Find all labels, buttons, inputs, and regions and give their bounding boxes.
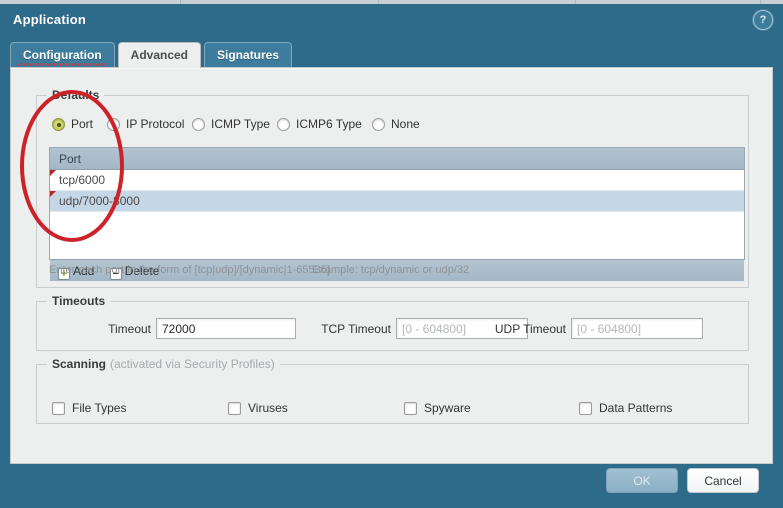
timeout-label: Timeout <box>108 322 151 336</box>
tab-configuration-label: Configuration <box>23 48 102 62</box>
checkbox-viruses-label: Viruses <box>248 401 288 415</box>
tab-signatures[interactable]: Signatures <box>204 42 293 68</box>
udp-timeout-label: UDP Timeout <box>494 322 566 336</box>
radio-icmp6-type-label: ICMP6 Type <box>296 117 362 131</box>
checkbox-spyware-indicator <box>404 402 417 415</box>
tab-configuration[interactable]: Configuration <box>10 42 115 68</box>
radio-ip-protocol-indicator <box>107 118 120 131</box>
radio-ip-protocol-label: IP Protocol <box>126 117 185 131</box>
table-row[interactable]: tcp/6000 <box>50 170 744 191</box>
scanning-fieldset: Scanning (activated via Security Profiles… <box>36 357 749 424</box>
checkbox-data-patterns[interactable]: Data Patterns <box>579 401 672 415</box>
scanning-legend-text: Scanning <box>52 357 107 371</box>
radio-icmp6-type[interactable]: ICMP6 Type <box>277 117 362 131</box>
cancel-button[interactable]: Cancel <box>687 468 759 493</box>
dialog-titlebar: Application ? <box>0 4 783 36</box>
radio-icmp-type[interactable]: ICMP Type <box>192 117 270 131</box>
help-icon[interactable]: ? <box>753 10 773 30</box>
radio-none-indicator <box>372 118 385 131</box>
tcp-timeout-label: TCP Timeout <box>321 322 391 336</box>
table-cell-port: tcp/6000 <box>59 173 106 187</box>
tab-advanced-label: Advanced <box>130 48 189 62</box>
row-flag-icon <box>50 170 56 176</box>
radio-port[interactable]: Port <box>52 117 93 131</box>
scanning-legend: Scanning (activated via Security Profiles… <box>47 357 280 371</box>
application-dialog: Application ? Configuration Advanced Sig… <box>0 4 783 508</box>
udp-timeout-input[interactable] <box>571 318 703 339</box>
checkbox-file-types-indicator <box>52 402 65 415</box>
checkbox-spyware-label: Spyware <box>424 401 471 415</box>
port-format-hint: Enter each port in the form of [tcp|udp]… <box>49 264 330 276</box>
advanced-tab-panel: Defaults Port IP Protocol ICMP Type ICMP… <box>10 67 773 464</box>
checkbox-viruses-indicator <box>228 402 241 415</box>
dialog-title: Application <box>13 12 86 27</box>
checkbox-spyware[interactable]: Spyware <box>404 401 471 415</box>
row-flag-icon <box>50 191 56 197</box>
tab-advanced[interactable]: Advanced <box>117 42 202 68</box>
timeouts-legend: Timeouts <box>47 294 111 308</box>
radio-icmp6-type-indicator <box>277 118 290 131</box>
radio-none[interactable]: None <box>372 117 420 131</box>
radio-port-indicator <box>52 118 65 131</box>
tab-strip: Configuration Advanced Signatures <box>10 42 295 68</box>
port-table-column-header[interactable]: Port <box>50 148 744 170</box>
scanning-legend-sub: (activated via Security Profiles) <box>110 357 275 371</box>
table-cell-port: udp/7000-8000 <box>59 194 140 208</box>
radio-icmp-type-label: ICMP Type <box>211 117 270 131</box>
checkbox-file-types-label: File Types <box>72 401 127 415</box>
defaults-legend: Defaults <box>47 88 105 102</box>
table-empty-area <box>50 233 744 259</box>
checkbox-viruses[interactable]: Viruses <box>228 401 288 415</box>
checkbox-file-types[interactable]: File Types <box>52 401 126 415</box>
spellcheck-underline-icon <box>17 63 108 66</box>
checkbox-data-patterns-indicator <box>579 402 592 415</box>
table-row[interactable]: udp/7000-8000 <box>50 191 744 212</box>
ok-button[interactable]: OK <box>606 468 678 493</box>
radio-port-label: Port <box>71 117 94 131</box>
radio-none-label: None <box>391 117 420 131</box>
port-format-example: Example: tcp/dynamic or udp/32 <box>312 264 470 276</box>
checkbox-data-patterns-label: Data Patterns <box>599 401 673 415</box>
port-table: Port tcp/6000 udp/7000-8000 + Add − Delete <box>49 147 745 281</box>
radio-ip-protocol[interactable]: IP Protocol <box>107 117 184 131</box>
table-row-empty[interactable] <box>50 212 744 233</box>
radio-icmp-type-indicator <box>192 118 205 131</box>
tab-signatures-label: Signatures <box>217 48 280 62</box>
